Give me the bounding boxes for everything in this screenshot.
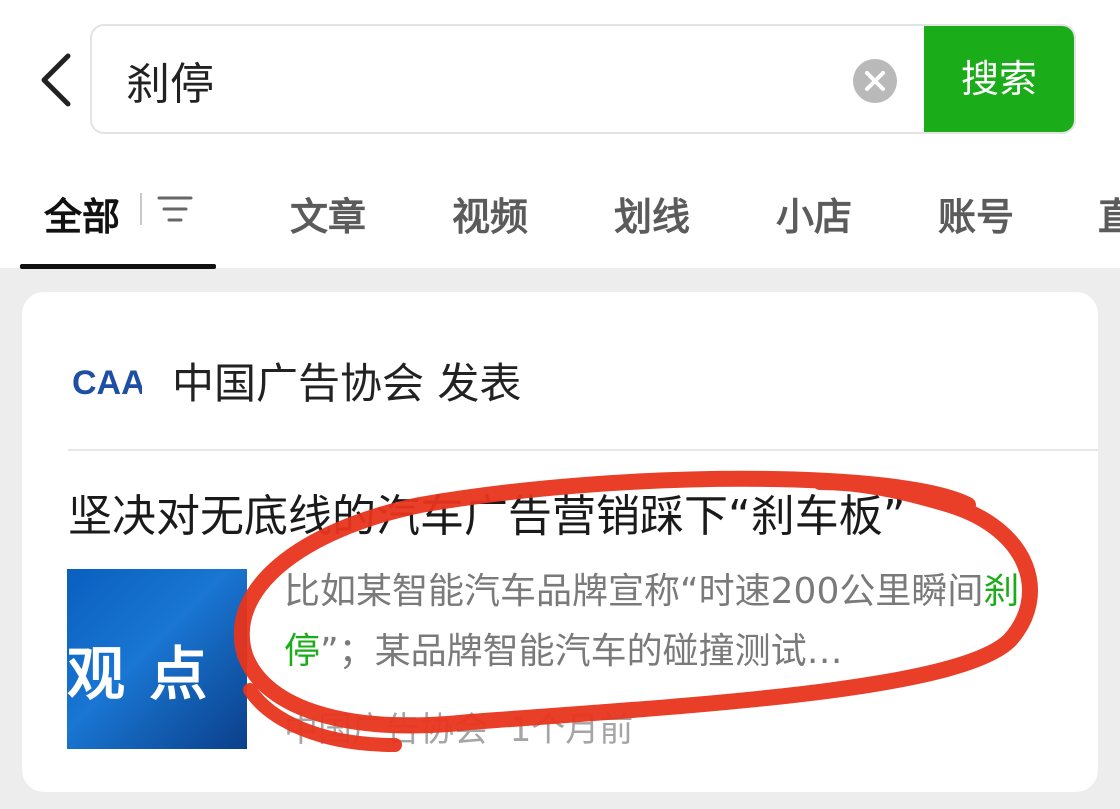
- tab-videos[interactable]: 视频: [452, 186, 528, 241]
- search-button[interactable]: 搜索: [924, 26, 1074, 132]
- card-divider: [68, 449, 1098, 451]
- search-box: 搜索: [90, 24, 1076, 134]
- snippet-text-before: 比如某智能汽车品牌宣称“时速200公里瞬间: [284, 571, 984, 612]
- publisher-logo: CAA: [72, 364, 142, 402]
- article-thumbnail[interactable]: 观 点: [67, 569, 247, 749]
- snippet-text-after: ”；某品牌智能汽车的碰撞测试…: [320, 631, 843, 672]
- article-title[interactable]: 坚决对无底线的汽车广告营销踩下“刹车板”: [68, 480, 906, 544]
- publisher-name[interactable]: 中国广告协会 发表: [172, 350, 521, 411]
- article-snippet: 比如某智能汽车品牌宣称“时速200公里瞬间刹停”；某品牌智能汽车的碰撞测试…: [284, 562, 1064, 682]
- article-meta: 中国广告协会 1个月前: [284, 702, 633, 751]
- tab-accounts[interactable]: 账号: [938, 186, 1014, 241]
- search-input[interactable]: [126, 48, 826, 112]
- tab-live[interactable]: 直: [1098, 186, 1120, 241]
- tab-all[interactable]: 全部: [44, 186, 120, 241]
- article-time: 1个月前: [509, 710, 634, 750]
- svg-text:CAA: CAA: [72, 364, 142, 402]
- back-arrow-icon[interactable]: [34, 50, 78, 110]
- tab-highlights[interactable]: 划线: [614, 186, 690, 241]
- active-tab-indicator: [20, 264, 216, 269]
- filter-icon[interactable]: [155, 193, 195, 225]
- search-header: 搜索 全部 文章 视频 划线 小店 账号 直: [0, 0, 1120, 269]
- tab-separator: [140, 193, 142, 225]
- tab-articles[interactable]: 文章: [290, 186, 366, 241]
- article-source: 中国广告协会: [284, 710, 488, 750]
- tab-shops[interactable]: 小店: [776, 186, 852, 241]
- search-result-card[interactable]: CAA 中国广告协会 发表 坚决对无底线的汽车广告营销踩下“刹车板” 观 点 比…: [22, 292, 1098, 792]
- clear-icon[interactable]: [852, 58, 898, 104]
- thumbnail-text: 观 点: [67, 640, 210, 708]
